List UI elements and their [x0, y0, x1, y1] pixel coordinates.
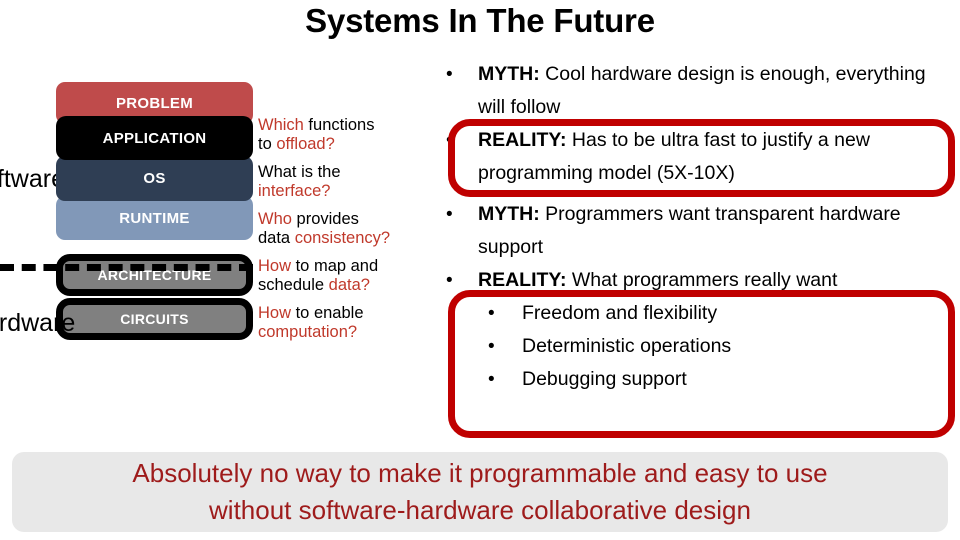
question-item: Who provides data consistency? [258, 210, 448, 248]
myth-reality-group-2: MYTH: Programmers want transparent hardw… [436, 198, 952, 396]
stack-layer-runtime-label: RUNTIME [119, 209, 190, 227]
question-item: How to enable computation? [258, 304, 448, 342]
bullet-myth-2-text: Programmers want transparent hardware su… [478, 203, 901, 258]
sub-bullet-item: Freedom and flexibility [436, 297, 952, 330]
stack-layer-architecture[interactable]: ARCHITECTURE [56, 254, 253, 296]
takeaway-banner: Absolutely no way to make it programmabl… [12, 452, 948, 532]
stack-side-label-hardware: ardware [0, 309, 76, 337]
stack-layer-circuits-label: CIRCUITS [120, 311, 189, 327]
question-highlight-1d: offload? [276, 135, 335, 153]
question-plain-3b: provides [291, 210, 359, 228]
stack-layer-runtime[interactable]: RUNTIME [56, 196, 253, 240]
question-highlight-2d: interface? [258, 182, 331, 200]
question-highlight-4a: How [258, 257, 292, 275]
page-title: Systems In The Future [305, 2, 655, 39]
question-plain-1b: functions [303, 116, 375, 134]
myth-reality-group-1: MYTH: Cool hardware design is enough, ev… [436, 58, 952, 190]
question-item: What is the interface? [258, 163, 448, 201]
question-plain-4b: to map and [291, 257, 379, 275]
myth-reality-list: MYTH: Cool hardware design is enough, ev… [436, 58, 952, 404]
stack-layer-application-label: APPLICATION [102, 129, 207, 147]
bullet-myth-1: MYTH: Cool hardware design is enough, ev… [436, 58, 952, 124]
takeaway-banner-line-2: without software-hardware collaborative … [209, 495, 751, 525]
question-item: Which functions to offload? [258, 116, 448, 154]
bullet-reality-2: REALITY: What programmers really want [436, 264, 952, 297]
question-plain-3c: data [258, 229, 295, 247]
sub-bullet-item: Debugging support [436, 363, 952, 396]
stack-layer-os-label: OS [143, 170, 166, 187]
question-highlight-4d: data? [328, 276, 370, 294]
question-highlight-3a: Who [258, 210, 292, 228]
bullet-reality-2-text: What programmers really want [566, 269, 838, 291]
question-item: How to map and schedule data? [258, 257, 448, 295]
bullet-myth-1-text: Cool hardware design is enough, everythi… [478, 63, 926, 118]
bullet-myth-1-label: MYTH: [478, 63, 540, 85]
stack-layer-problem-label: PROBLEM [115, 94, 194, 112]
takeaway-banner-line-1: Absolutely no way to make it programmabl… [132, 458, 828, 488]
bullet-myth-2: MYTH: Programmers want transparent hardw… [436, 198, 952, 264]
bullet-myth-2-label: MYTH: [478, 203, 540, 225]
question-plain-5b: to enable [291, 304, 364, 322]
stack-layer-application[interactable]: APPLICATION [56, 116, 253, 160]
system-stack-diagram: oftware PROBLEM APPLICATION OS RUNTIME A… [0, 82, 260, 372]
software-hardware-divider [0, 264, 253, 271]
sub-bullet-item: Deterministic operations [436, 330, 952, 363]
question-highlight-5d: computation? [258, 323, 358, 341]
question-plain-4c: schedule [258, 276, 329, 294]
stack-layer-os[interactable]: OS [56, 156, 253, 201]
stack-layer-circuits[interactable]: CIRCUITS [56, 298, 253, 340]
question-highlight-3d: consistency? [294, 229, 391, 247]
bullet-reality-1: REALITY: Has to be ultra fast to justify… [436, 124, 952, 190]
questions-column: Which functions to offload? What is the … [258, 116, 448, 351]
bullet-reality-2-label: REALITY: [478, 269, 567, 291]
question-highlight-1a: Which [258, 116, 304, 134]
question-highlight-5a: How [258, 304, 292, 322]
bullet-reality-1-label: REALITY: [478, 129, 567, 151]
question-plain-2b: What is the [258, 163, 341, 181]
question-plain-1c: to [258, 135, 277, 153]
